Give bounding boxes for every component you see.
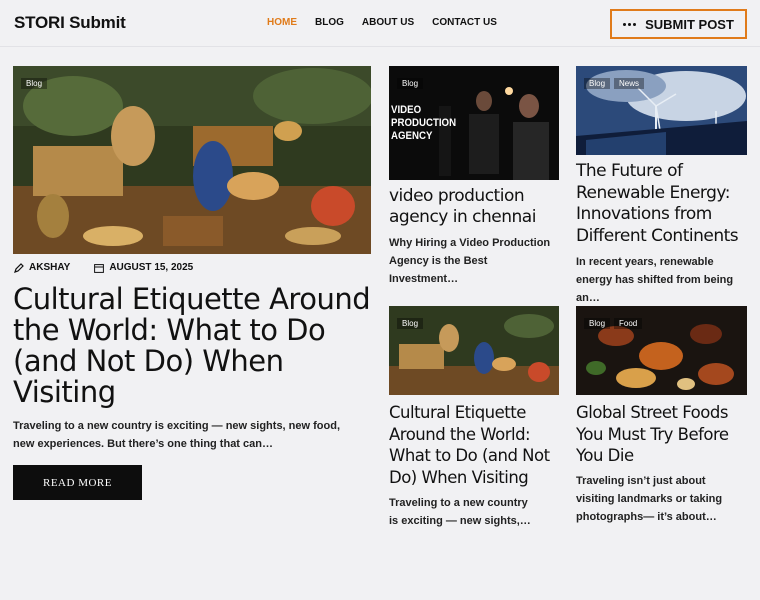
post-date: AUGUST 15, 2025: [109, 262, 194, 273]
video-overlay-text: VIDEO PRODUCTION AGENCY: [391, 104, 456, 143]
author-name[interactable]: AKSHAY: [29, 262, 70, 273]
card-excerpt: Why Hiring a Video Production Agency is …: [389, 237, 551, 285]
overlay-line: VIDEO: [391, 104, 422, 116]
card-tags: Blog: [397, 318, 424, 329]
card-tags: Blog: [397, 78, 424, 89]
card-image[interactable]: Blog News: [576, 66, 747, 155]
card-title[interactable]: video production agency in chennai: [389, 186, 554, 228]
featured-image[interactable]: Blog: [13, 66, 371, 254]
more-dots-icon: [623, 22, 637, 26]
site-logo[interactable]: STORI Submit: [14, 13, 126, 33]
nav-blog[interactable]: BLOG: [315, 17, 344, 28]
tag-label[interactable]: Blog: [397, 318, 424, 329]
calendar-icon: [94, 263, 105, 273]
submit-post-label: SUBMIT POST: [645, 16, 734, 32]
tag-label[interactable]: Blog: [21, 78, 48, 89]
submit-post-button[interactable]: SUBMIT POST: [610, 9, 747, 39]
featured-title[interactable]: Cultural Etiquette Around the World: Wha…: [13, 284, 375, 408]
card-image[interactable]: Blog Food: [576, 306, 747, 395]
main-nav: HOME BLOG ABOUT US CONTACT US: [267, 17, 497, 28]
overlay-line: AGENCY: [391, 130, 433, 142]
date-meta: AUGUST 15, 2025: [94, 262, 193, 273]
card-tags: Blog News: [584, 78, 645, 89]
card-title[interactable]: Global Street Foods You Must Try Before …: [576, 402, 747, 467]
tag-label[interactable]: Food: [614, 318, 643, 329]
card-title[interactable]: The Future of Renewable Energy: Innovati…: [576, 161, 747, 248]
tag-label[interactable]: Blog: [584, 78, 611, 89]
site-header: STORI Submit HOME BLOG ABOUT US CONTACT …: [0, 0, 760, 47]
card-tags: Blog Food: [584, 318, 643, 329]
tag-label[interactable]: Blog: [397, 78, 424, 89]
author-meta: AKSHAY: [14, 262, 70, 273]
nav-about-us[interactable]: ABOUT US: [362, 17, 414, 28]
card-image[interactable]: VIDEO PRODUCTION AGENCY Blog: [389, 66, 559, 180]
card-image[interactable]: Blog: [389, 306, 559, 395]
featured-tags: Blog: [21, 78, 48, 89]
thai-mural-painting: [13, 66, 371, 254]
read-more-button[interactable]: READ MORE: [13, 465, 142, 500]
card-title[interactable]: Cultural Etiquette Around the World: Wha…: [389, 402, 559, 489]
tag-label[interactable]: Blog: [584, 318, 611, 329]
nav-contact-us[interactable]: CONTACT US: [432, 17, 497, 28]
tag-label[interactable]: News: [614, 78, 645, 89]
nav-home[interactable]: HOME: [267, 17, 297, 28]
card-excerpt: In recent years, renewable energy has sh…: [576, 256, 734, 304]
featured-meta: AKSHAY AUGUST 15, 2025: [14, 262, 193, 273]
overlay-line: PRODUCTION: [391, 117, 457, 129]
pencil-icon: [14, 262, 24, 273]
featured-excerpt: Traveling to a new country is exciting —…: [13, 420, 340, 450]
card-excerpt: Traveling isn’t just about visiting land…: [576, 475, 723, 523]
card-excerpt: Traveling to a new country is exciting —…: [389, 497, 531, 527]
